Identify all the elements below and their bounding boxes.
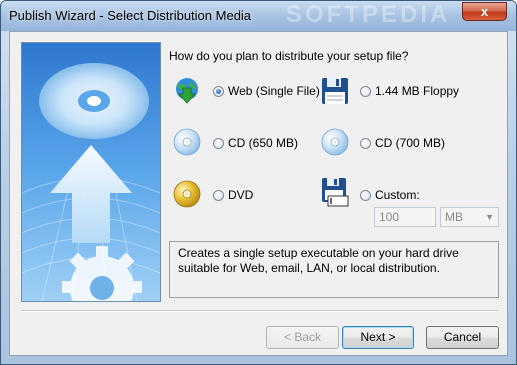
window-title: Publish Wizard - Select Distribution Med… <box>9 8 252 23</box>
dvd-label[interactable]: DVD <box>228 188 253 202</box>
globe-download-icon <box>172 76 202 106</box>
cd-700-label[interactable]: CD (700 MB) <box>375 136 445 150</box>
custom-size-input[interactable]: 100 <box>374 207 436 227</box>
custom-unit-select[interactable]: MB ▼ <box>440 207 499 227</box>
cancel-button-label: Cancel <box>443 330 482 344</box>
distribution-question: How do you plan to distribute your setup… <box>169 49 409 63</box>
floppy-disk-icon <box>320 76 350 106</box>
custom-floppy-icon <box>320 177 350 207</box>
cd-650-radio[interactable] <box>213 138 224 149</box>
wizard-banner-image <box>21 42 161 302</box>
watermark: SOFTPEDIA <box>286 1 451 28</box>
cd-700-icon <box>320 127 350 157</box>
custom-size-value: 100 <box>379 210 400 224</box>
option-description: Creates a single setup executable on you… <box>169 241 499 298</box>
web-single-file-radio[interactable] <box>213 86 224 97</box>
floppy-radio[interactable] <box>360 86 371 97</box>
close-button[interactable]: x <box>462 2 507 21</box>
cancel-button[interactable]: Cancel <box>426 326 499 349</box>
floppy-label[interactable]: 1.44 MB Floppy <box>375 84 459 98</box>
next-button[interactable]: Next > <box>342 326 414 349</box>
custom-label[interactable]: Custom: <box>375 188 420 202</box>
custom-radio[interactable] <box>360 190 371 201</box>
back-button-label: < Back <box>283 330 322 344</box>
next-button-label: Next > <box>360 330 396 344</box>
cd-650-label[interactable]: CD (650 MB) <box>228 136 298 150</box>
cd-650-icon <box>172 127 202 157</box>
button-separator <box>21 310 498 312</box>
back-button[interactable]: < Back <box>266 326 339 349</box>
chevron-down-icon: ▼ <box>485 212 494 222</box>
web-single-file-label[interactable]: Web (Single File) <box>228 84 320 98</box>
publish-wizard-window: Publish Wizard - Select Distribution Med… <box>0 0 517 365</box>
dvd-icon <box>172 179 202 209</box>
cd-700-radio[interactable] <box>360 138 371 149</box>
close-icon: x <box>480 4 489 19</box>
wizard-client-area: How do you plan to distribute your setup… <box>9 31 508 356</box>
title-bar[interactable]: Publish Wizard - Select Distribution Med… <box>1 1 516 31</box>
dvd-radio[interactable] <box>213 190 224 201</box>
description-text: Creates a single setup executable on you… <box>178 246 459 275</box>
custom-unit-value: MB <box>445 210 463 224</box>
